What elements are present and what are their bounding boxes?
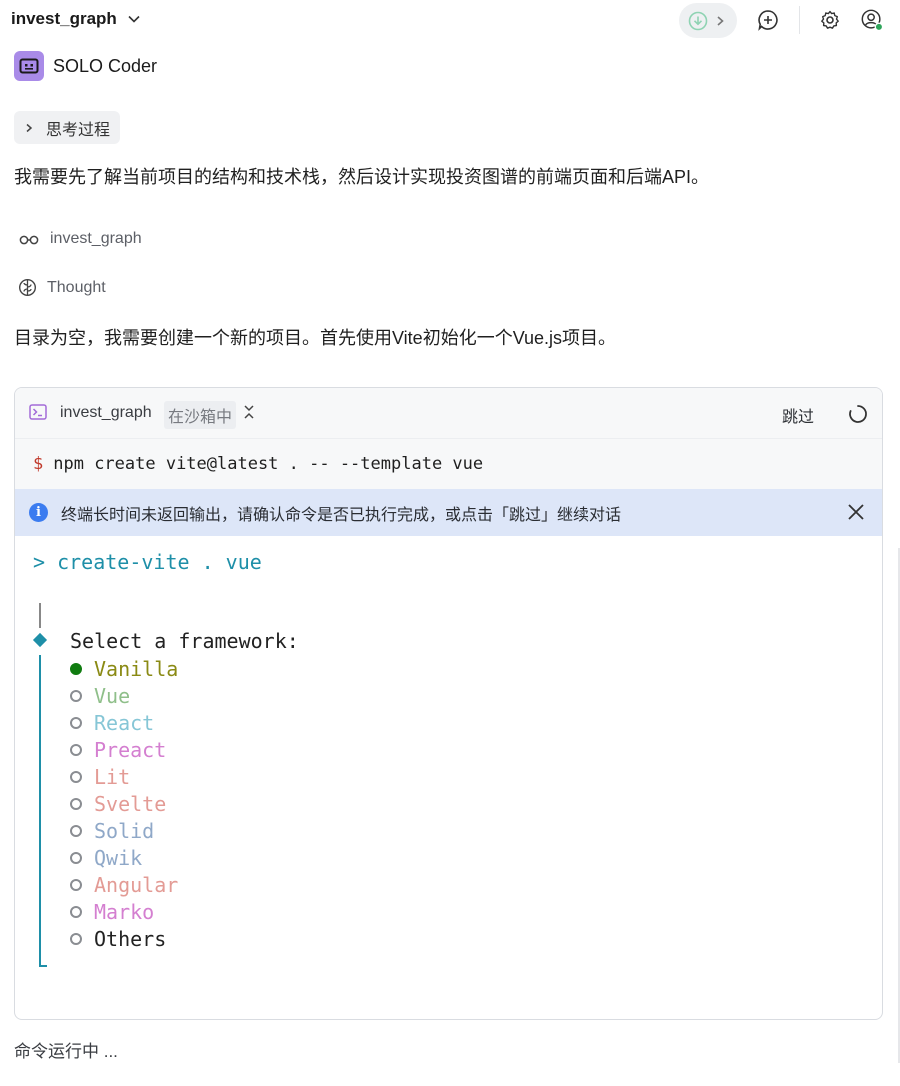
user-icon[interactable] bbox=[860, 8, 884, 32]
diamond-marker-icon bbox=[32, 632, 48, 648]
thought-step[interactable]: Thought bbox=[18, 278, 106, 297]
skip-button[interactable]: 跳过 bbox=[782, 403, 814, 427]
framework-option[interactable]: Vanilla bbox=[70, 657, 178, 681]
framework-option[interactable]: Lit bbox=[70, 765, 130, 789]
radio-icon bbox=[70, 879, 82, 891]
agent-avatar bbox=[14, 51, 44, 81]
terminal-icon bbox=[29, 404, 47, 420]
framework-option[interactable]: Svelte bbox=[70, 792, 166, 816]
download-icon bbox=[688, 11, 708, 30]
framework-option-label: Vue bbox=[94, 684, 131, 708]
top-bar: invest_graph bbox=[0, 0, 900, 40]
framework-option[interactable]: Others bbox=[70, 927, 166, 951]
command-text: npm create vite@latest . -- --template v… bbox=[53, 454, 484, 474]
robot-icon bbox=[19, 58, 39, 74]
radio-icon bbox=[70, 717, 82, 729]
radio-icon bbox=[70, 798, 82, 810]
framework-option-label: Vanilla bbox=[94, 657, 179, 681]
brain-icon bbox=[18, 278, 37, 297]
framework-option-label: Qwik bbox=[94, 846, 143, 870]
terminal-command: $ npm create vite@latest . -- --template… bbox=[15, 438, 882, 489]
project-title: invest_graph bbox=[11, 9, 117, 28]
framework-option[interactable]: React bbox=[70, 711, 154, 735]
agent-name: SOLO Coder bbox=[53, 55, 158, 76]
command-prefix: $ bbox=[33, 454, 44, 474]
assistant-message: 目录为空，我需要创建一个新的项目。首先使用Vite初始化一个Vue.js项目。 bbox=[14, 328, 617, 348]
terminal-title: invest_graph bbox=[60, 404, 152, 421]
prompt-line: > create-vite . vue bbox=[33, 550, 262, 574]
online-status-dot bbox=[874, 22, 884, 32]
thought-label: Thought bbox=[47, 278, 106, 296]
terminal-card: invest_graph 在沙箱中 跳过 $ npm create vite@l… bbox=[14, 387, 883, 1020]
framework-option-label: Solid bbox=[94, 819, 155, 843]
terminal-header: invest_graph 在沙箱中 跳过 bbox=[15, 388, 882, 438]
radio-icon bbox=[70, 771, 82, 783]
view-files-step[interactable]: invest_graph bbox=[18, 230, 142, 248]
radio-icon bbox=[70, 852, 82, 864]
info-message: 终端长时间未返回输出，请确认命令是否已执行完成，或点击「跳过」继续对话 bbox=[61, 506, 622, 524]
tree-connector-end bbox=[39, 965, 47, 967]
glasses-icon bbox=[19, 235, 39, 245]
new-chat-icon[interactable] bbox=[756, 8, 780, 32]
framework-option-label: Preact bbox=[94, 738, 167, 762]
framework-option-label: Lit bbox=[94, 765, 131, 789]
radio-selected-icon bbox=[70, 663, 82, 675]
chevron-right-icon bbox=[26, 123, 33, 132]
chevron-down-icon bbox=[128, 15, 140, 23]
framework-option[interactable]: Preact bbox=[70, 738, 166, 762]
thinking-toggle[interactable]: 思考过程 bbox=[14, 111, 121, 144]
select-framework-label: Select a framework: bbox=[70, 629, 299, 653]
loading-spinner-icon bbox=[849, 405, 867, 423]
framework-option-label: Others bbox=[94, 927, 167, 951]
close-icon[interactable] bbox=[847, 503, 865, 521]
radio-icon bbox=[70, 933, 82, 945]
framework-option[interactable]: Solid bbox=[70, 819, 154, 843]
info-banner: i 终端长时间未返回输出，请确认命令是否已执行完成，或点击「跳过」继续对话 bbox=[15, 489, 882, 536]
radio-icon bbox=[70, 744, 82, 756]
framework-option[interactable]: Marko bbox=[70, 900, 154, 924]
framework-option-label: Angular bbox=[94, 873, 179, 897]
framework-option-label: Svelte bbox=[94, 792, 167, 816]
radio-icon bbox=[70, 690, 82, 702]
info-icon: i bbox=[29, 503, 48, 522]
sandbox-badge: 在沙箱中 bbox=[164, 401, 237, 429]
framework-option[interactable]: Vue bbox=[70, 684, 130, 708]
tree-connector bbox=[39, 655, 41, 967]
framework-option[interactable]: Qwik bbox=[70, 846, 142, 870]
run-status: 命令运行中 ... bbox=[14, 1042, 118, 1061]
assistant-message: 我需要先了解当前项目的结构和技术栈，然后设计实现投资图谱的前端页面和后端API。 bbox=[14, 167, 710, 187]
radio-icon bbox=[70, 825, 82, 837]
gear-icon[interactable] bbox=[818, 8, 842, 32]
radio-icon bbox=[70, 906, 82, 918]
framework-option-label: React bbox=[94, 711, 155, 735]
framework-option-label: Marko bbox=[94, 900, 155, 924]
collapse-icon[interactable] bbox=[242, 404, 256, 420]
chevron-right-icon bbox=[717, 15, 724, 26]
download-status-button[interactable] bbox=[679, 3, 737, 38]
project-selector[interactable]: invest_graph bbox=[11, 9, 141, 29]
header-divider bbox=[799, 6, 800, 34]
agent-header: SOLO Coder bbox=[14, 51, 157, 81]
tree-connector bbox=[39, 603, 41, 628]
thinking-label: 思考过程 bbox=[46, 121, 111, 139]
view-files-label: invest_graph bbox=[50, 230, 142, 247]
framework-option[interactable]: Angular bbox=[70, 873, 178, 897]
